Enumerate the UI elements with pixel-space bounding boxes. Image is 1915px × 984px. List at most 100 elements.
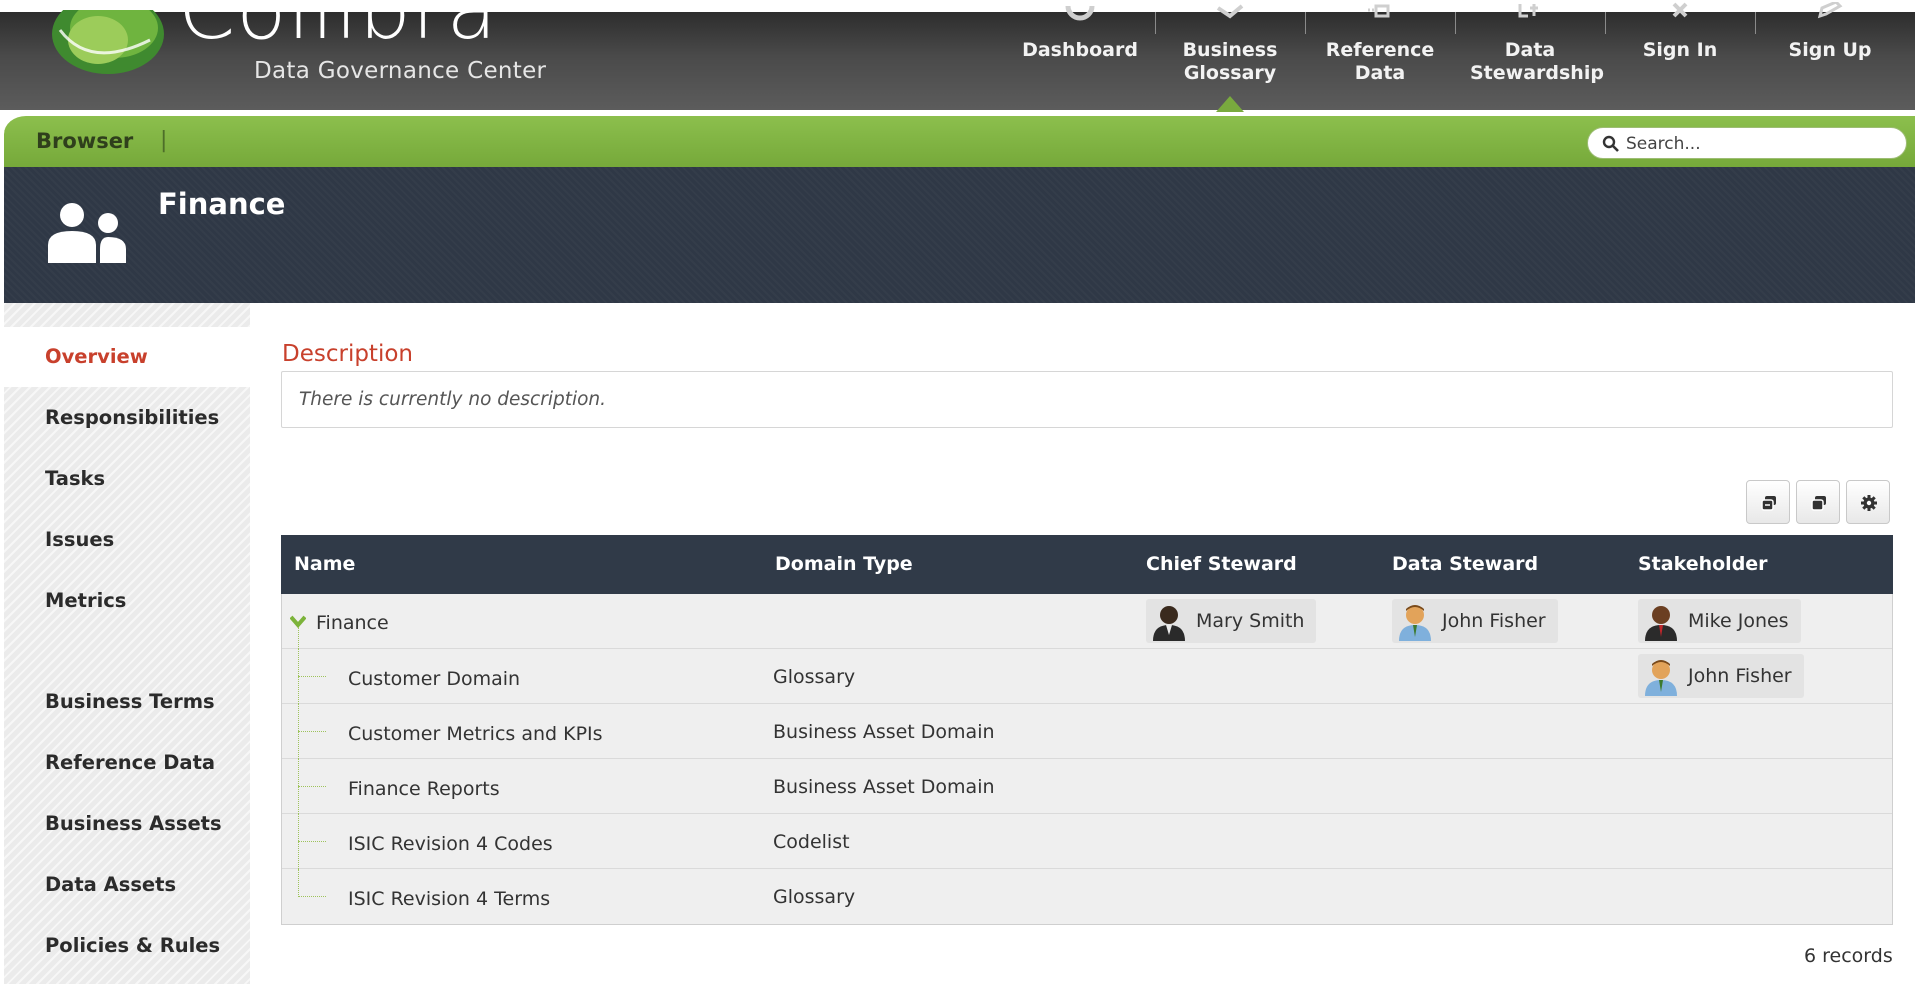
row-name[interactable]: Customer Metrics and KPIs bbox=[348, 723, 603, 745]
row-name[interactable]: ISIC Revision 4 Terms bbox=[348, 888, 550, 910]
nav-business-glossary[interactable]: Business Glossary bbox=[1155, 4, 1305, 112]
sidebar-item-business-terms[interactable]: Business Terms bbox=[4, 672, 250, 732]
sidebar-item-metrics[interactable]: Metrics bbox=[4, 571, 250, 631]
sidebar-item-label: Overview bbox=[45, 345, 148, 368]
table-row[interactable]: Customer Domain Glossary John Fisher bbox=[282, 649, 1892, 704]
stack-icon bbox=[1811, 496, 1826, 511]
sidebar-item-reference-data[interactable]: Reference Data bbox=[4, 733, 250, 793]
stakeholder-chip[interactable]: John Fisher bbox=[1638, 654, 1804, 698]
table-row[interactable]: ISIC Revision 4 Codes Codelist bbox=[282, 814, 1892, 869]
row-name[interactable]: Customer Domain bbox=[348, 668, 520, 690]
glossary-icon bbox=[1216, 4, 1244, 19]
table-header: Name Domain Type Chief Steward Data Stew… bbox=[281, 535, 1893, 594]
top-header: Collibra Data Governance Center Dashboar… bbox=[0, 0, 1915, 112]
person-name: John Fisher bbox=[1688, 665, 1792, 687]
record-count: 6 records bbox=[1804, 945, 1893, 967]
stack-icon bbox=[1761, 496, 1776, 511]
tree-connector bbox=[298, 676, 326, 677]
dashboard-icon bbox=[1065, 5, 1095, 21]
collapse-all-button[interactable] bbox=[1796, 480, 1840, 524]
sidebar-item-tasks[interactable]: Tasks bbox=[4, 449, 250, 509]
chief-steward-chip[interactable]: Mary Smith bbox=[1146, 599, 1317, 643]
sidebar-item-label: Reference Data bbox=[45, 751, 216, 774]
tree-connector bbox=[298, 627, 299, 649]
search-icon bbox=[1602, 135, 1619, 152]
user-avatar-icon bbox=[1153, 606, 1185, 641]
table-settings-button[interactable] bbox=[1846, 480, 1890, 524]
sidebar-item-data-assets[interactable]: Data Assets bbox=[4, 855, 250, 915]
main-nav: Dashboard Business Glossary Reference Da… bbox=[1005, 2, 1905, 112]
sidebar-item-label: Issues bbox=[45, 528, 115, 551]
domains-table: Name Domain Type Chief Steward Data Stew… bbox=[281, 535, 1893, 925]
nav-data-stewardship[interactable]: Data Stewardship bbox=[1455, 4, 1605, 110]
person-name: Mary Smith bbox=[1196, 610, 1305, 632]
nav-sign-up[interactable]: Sign Up bbox=[1755, 2, 1905, 110]
row-name[interactable]: Finance bbox=[316, 612, 389, 634]
sidebar-item-label: Metrics bbox=[45, 589, 127, 612]
nav-sign-in[interactable]: Sign In bbox=[1605, 2, 1755, 110]
row-name[interactable]: ISIC Revision 4 Codes bbox=[348, 833, 553, 855]
nav-dashboard[interactable]: Dashboard bbox=[1005, 5, 1155, 110]
sidebar-item-label: Business Terms bbox=[45, 690, 215, 713]
table-body: Finance Mary Smith John Fisher Mike Jone… bbox=[281, 594, 1893, 925]
nav-label: Data Stewardship bbox=[1470, 39, 1604, 84]
column-header-stakeholder[interactable]: Stakeholder bbox=[1638, 553, 1768, 575]
row-domain-type: Glossary bbox=[773, 886, 856, 908]
stakeholder-chip[interactable]: Mike Jones bbox=[1638, 599, 1801, 643]
person-name: John Fisher bbox=[1442, 610, 1546, 632]
community-banner: Finance bbox=[4, 167, 1915, 303]
search-input[interactable] bbox=[1626, 132, 1896, 156]
sidebar-item-overview[interactable]: Overview bbox=[4, 327, 250, 387]
search-box bbox=[1587, 127, 1907, 159]
nav-label: Sign In bbox=[1642, 39, 1718, 61]
brand-subtitle: Data Governance Center bbox=[254, 58, 547, 84]
description-heading: Description bbox=[282, 341, 413, 367]
data-steward-chip[interactable]: John Fisher bbox=[1392, 599, 1558, 643]
chevron-down-icon[interactable] bbox=[290, 614, 306, 628]
nav-reference-data[interactable]: Reference Data bbox=[1305, 4, 1455, 110]
sidebar-item-label: Tasks bbox=[45, 467, 106, 490]
nav-label: Sign Up bbox=[1788, 39, 1872, 61]
sidebar-item-issues[interactable]: Issues bbox=[4, 510, 250, 570]
browser-link[interactable]: Browser bbox=[36, 129, 133, 153]
nav-label: Reference Data bbox=[1325, 39, 1435, 84]
sidebar-item-responsibilities[interactable]: Responsibilities bbox=[4, 388, 250, 448]
column-header-name[interactable]: Name bbox=[294, 553, 355, 575]
browser-toolbar: Browser | bbox=[4, 112, 1915, 167]
sidebar-item-label: Responsibilities bbox=[45, 406, 220, 429]
sidebar-item-policies-rules[interactable]: Policies & Rules bbox=[4, 916, 250, 976]
sidebar-item-label: Business Assets bbox=[45, 812, 222, 835]
row-domain-type: Business Asset Domain bbox=[773, 776, 995, 798]
table-row[interactable]: Finance Reports Business Asset Domain bbox=[282, 759, 1892, 814]
row-name[interactable]: Finance Reports bbox=[348, 778, 500, 800]
nav-label: Business Glossary bbox=[1182, 39, 1278, 84]
collibra-logo-icon bbox=[52, 10, 164, 74]
active-nav-indicator bbox=[1216, 96, 1244, 112]
expand-all-button[interactable] bbox=[1746, 480, 1790, 524]
column-header-domain-type[interactable]: Domain Type bbox=[775, 553, 913, 575]
table-row[interactable]: ISIC Revision 4 Terms Glossary bbox=[282, 869, 1892, 924]
toolbar-separator: | bbox=[160, 128, 168, 153]
row-domain-type: Glossary bbox=[773, 666, 856, 688]
gear-icon bbox=[1861, 495, 1877, 511]
brand-name: Collibra bbox=[178, 0, 498, 40]
sidebar-item-label: Policies & Rules bbox=[45, 934, 221, 957]
column-header-chief-steward[interactable]: Chief Steward bbox=[1146, 553, 1297, 575]
column-header-data-steward[interactable]: Data Steward bbox=[1392, 553, 1538, 575]
table-row[interactable]: Customer Metrics and KPIs Business Asset… bbox=[282, 704, 1892, 759]
community-icon bbox=[48, 203, 126, 263]
reference-data-icon bbox=[1368, 4, 1390, 18]
user-avatar-icon bbox=[1645, 606, 1677, 641]
tree-connector bbox=[298, 786, 326, 787]
page-title: Finance bbox=[158, 187, 286, 221]
sidebar-item-business-assets[interactable]: Business Assets bbox=[4, 794, 250, 854]
row-domain-type: Codelist bbox=[773, 831, 850, 853]
sidebar-item-label: Data Assets bbox=[45, 873, 177, 896]
description-text: There is currently no description. bbox=[299, 389, 607, 410]
tree-connector bbox=[298, 731, 326, 732]
tree-connector bbox=[298, 896, 326, 897]
nav-label: Dashboard bbox=[1022, 39, 1138, 61]
table-row[interactable]: Finance Mary Smith John Fisher Mike Jone… bbox=[282, 594, 1892, 649]
tree-connector bbox=[298, 869, 299, 897]
person-name: Mike Jones bbox=[1688, 610, 1789, 632]
